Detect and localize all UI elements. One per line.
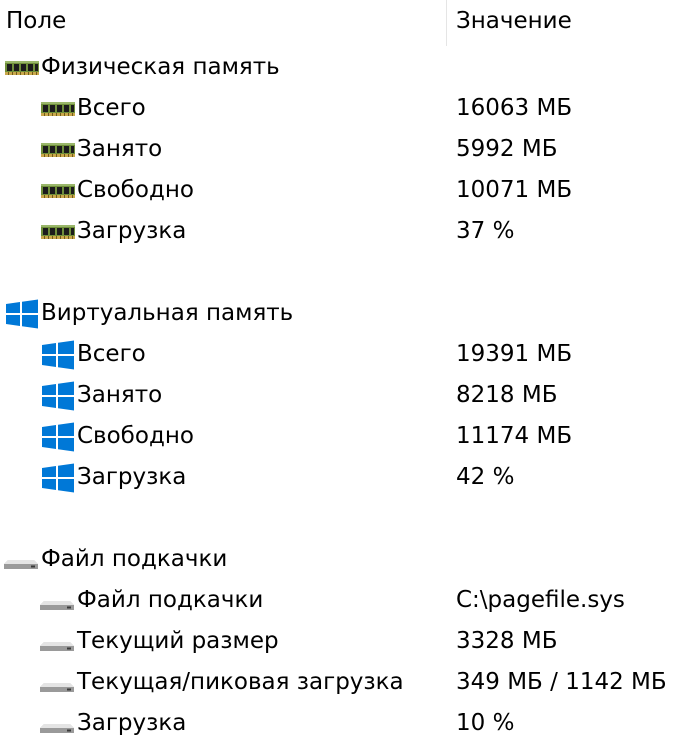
item-label: Занято	[77, 136, 163, 162]
item-value: 10 %	[456, 710, 515, 736]
item-value: 10071 МБ	[456, 177, 573, 203]
item-label: Файл подкачки	[77, 587, 264, 613]
item-label: Текущий размер	[77, 628, 279, 654]
drive-icon	[40, 668, 76, 698]
section-page-file[interactable]: Файл подкачки	[0, 539, 687, 580]
section-title: Файл подкачки	[41, 546, 228, 572]
item-value: 19391 МБ	[456, 341, 573, 367]
item-value: 349 МБ / 1142 МБ	[456, 669, 667, 695]
item-value: 3328 МБ	[456, 628, 558, 654]
column-header-field[interactable]: Поле	[6, 8, 66, 34]
item-label: Загрузка	[77, 218, 187, 244]
item-value: 42 %	[456, 464, 515, 490]
item-label: Текущая/пиковая загрузка	[77, 669, 404, 695]
item-value: 37 %	[456, 218, 515, 244]
section-title: Физическая память	[41, 54, 280, 80]
item-label: Всего	[77, 95, 146, 121]
item-label: Загрузка	[77, 464, 187, 490]
section-physical-memory[interactable]: Физическая память	[0, 47, 687, 88]
ram-icon	[40, 176, 76, 206]
item-value: C:\pagefile.sys	[456, 587, 625, 613]
list-item[interactable]: Загрузка 42 %	[0, 457, 687, 498]
windows-icon	[4, 299, 40, 329]
column-header-value[interactable]: Значение	[456, 8, 572, 34]
item-label: Свободно	[77, 177, 194, 203]
drive-icon	[40, 586, 76, 616]
section-virtual-memory[interactable]: Виртуальная память	[0, 293, 687, 334]
list-item[interactable]: Всего 16063 МБ	[0, 88, 687, 129]
item-label: Загрузка	[77, 710, 187, 736]
list-item[interactable]: Свободно 10071 МБ	[0, 170, 687, 211]
ram-icon	[40, 94, 76, 124]
table-header: Поле Значение	[0, 0, 687, 46]
windows-icon	[40, 340, 76, 370]
list-item[interactable]: Файл подкачки C:\pagefile.sys	[0, 580, 687, 621]
ram-icon	[4, 53, 40, 83]
list-item[interactable]: Текущий размер 3328 МБ	[0, 621, 687, 662]
item-label: Занято	[77, 382, 163, 408]
list-item[interactable]: Занято 5992 МБ	[0, 129, 687, 170]
list-item[interactable]: Занято 8218 МБ	[0, 375, 687, 416]
list-item[interactable]: Загрузка 10 %	[0, 703, 687, 744]
ram-icon	[40, 135, 76, 165]
item-value: 5992 МБ	[456, 136, 558, 162]
item-value: 8218 МБ	[456, 382, 558, 408]
section-title: Виртуальная память	[41, 300, 294, 326]
list-item[interactable]: Текущая/пиковая загрузка 349 МБ / 1142 М…	[0, 662, 687, 703]
column-divider[interactable]	[446, 0, 447, 46]
windows-icon	[40, 381, 76, 411]
item-label: Всего	[77, 341, 146, 367]
windows-icon	[40, 422, 76, 452]
list-item[interactable]: Всего 19391 МБ	[0, 334, 687, 375]
ram-icon	[40, 217, 76, 247]
drive-icon	[4, 545, 40, 575]
drive-icon	[40, 709, 76, 739]
list-item[interactable]: Загрузка 37 %	[0, 211, 687, 252]
list-item[interactable]: Свободно 11174 МБ	[0, 416, 687, 457]
item-value: 11174 МБ	[456, 423, 573, 449]
drive-icon	[40, 627, 76, 657]
windows-icon	[40, 463, 76, 493]
item-value: 16063 МБ	[456, 95, 573, 121]
item-label: Свободно	[77, 423, 194, 449]
